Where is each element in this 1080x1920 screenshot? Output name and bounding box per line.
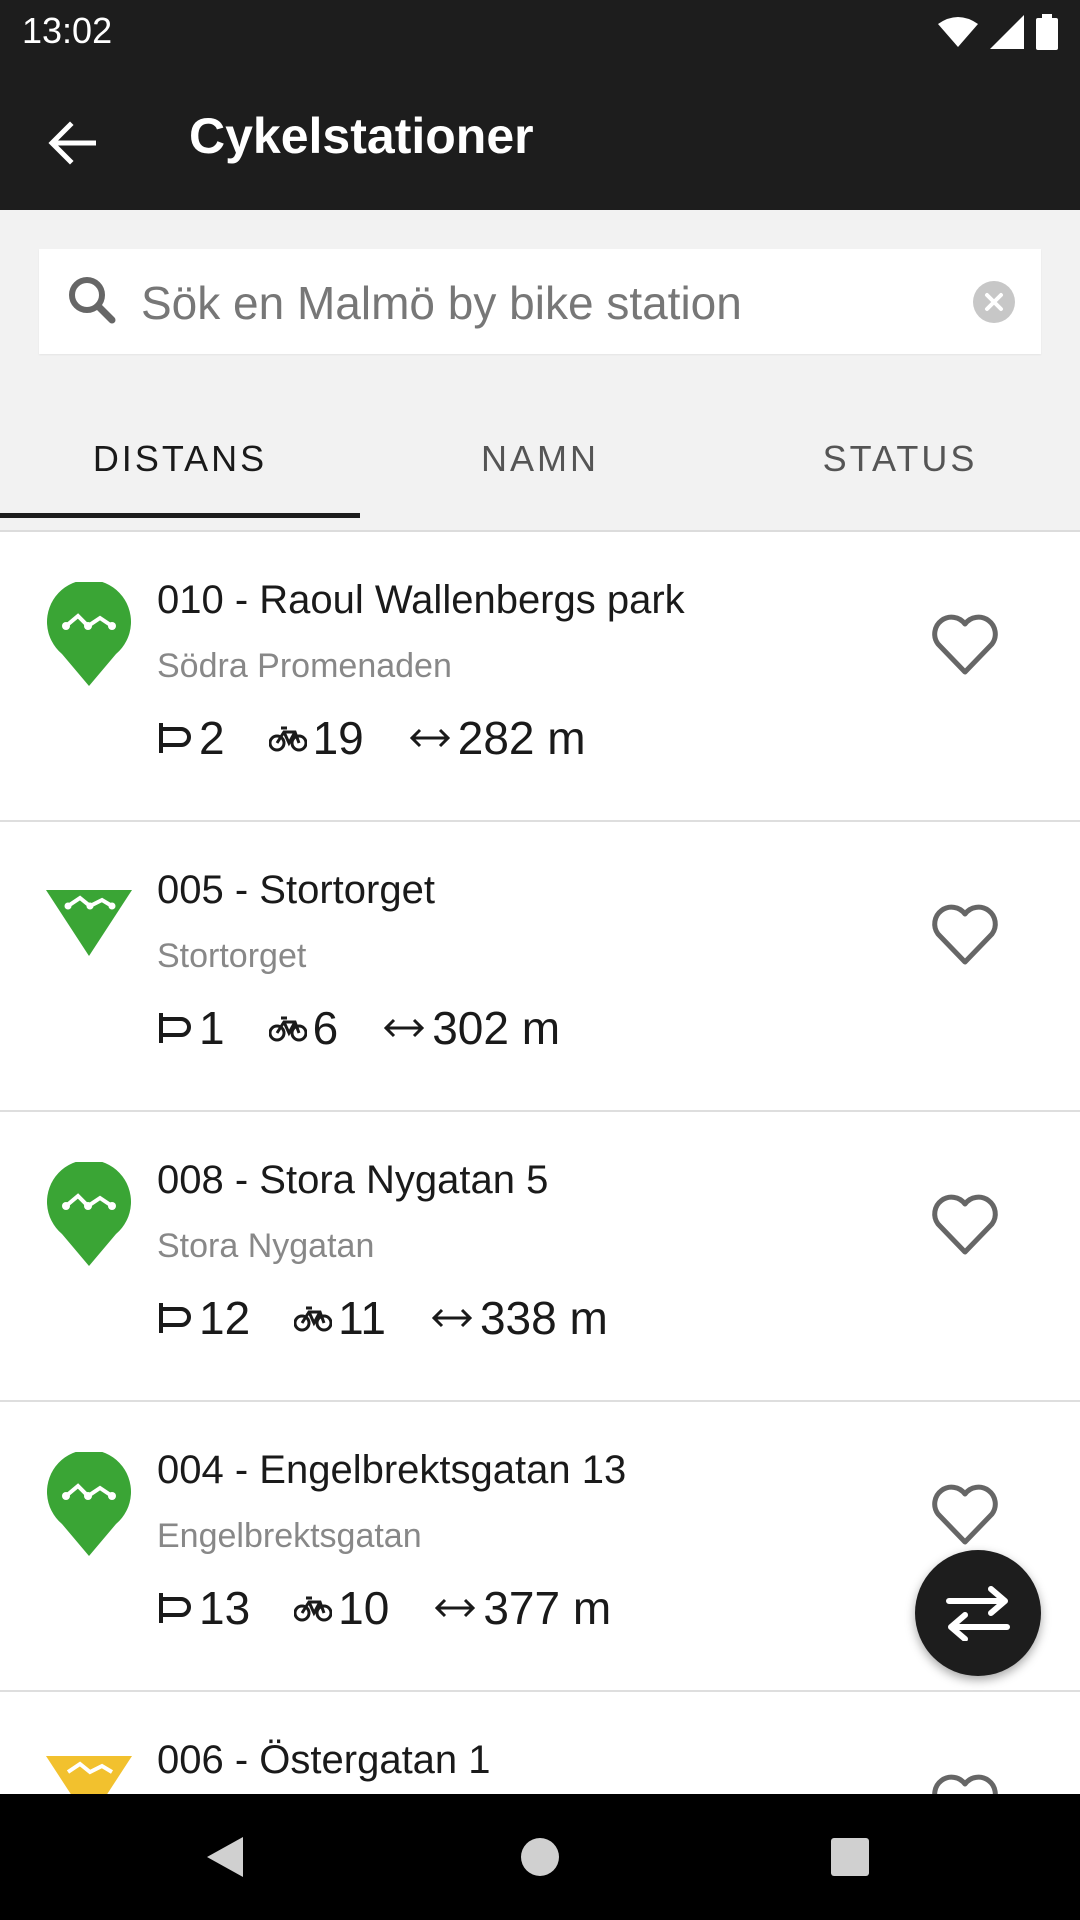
- back-button[interactable]: [30, 101, 114, 185]
- bikes-stat: 6: [268, 1001, 339, 1055]
- station-street: Stortorget: [157, 937, 307, 975]
- station-row[interactable]: 006 - Östergatan 1: [0, 1692, 1080, 1794]
- wifi-icon: [938, 17, 978, 47]
- heart-icon[interactable]: [930, 612, 1000, 676]
- tab-label: NAMN: [481, 438, 599, 479]
- heart-icon[interactable]: [930, 1482, 1000, 1546]
- station-name: 004 - Engelbrektsgatan 13: [157, 1448, 627, 1492]
- status-icons: [938, 12, 1058, 52]
- docks-stat: 12: [157, 1291, 250, 1345]
- docks-stat: 13: [157, 1581, 250, 1635]
- distance-value: 338 m: [479, 1292, 608, 1344]
- status-time: 13:02: [22, 10, 113, 51]
- close-icon: [985, 293, 1003, 311]
- distance-value: 282 m: [457, 712, 586, 764]
- clear-search-button[interactable]: [973, 281, 1015, 323]
- dock-icon: [159, 1593, 191, 1623]
- distance-stat: 338 m: [430, 1291, 608, 1345]
- nav-back-button[interactable]: [195, 1827, 255, 1887]
- bikes-stat: 11: [294, 1291, 386, 1345]
- bikes-count: 19: [312, 712, 364, 764]
- distance-value: 302 m: [432, 1002, 561, 1054]
- recents-square-icon: [831, 1838, 869, 1876]
- distance-value: 377 m: [483, 1582, 612, 1634]
- station-row[interactable]: 010 - Raoul Wallenbergs park Södra Prome…: [0, 532, 1080, 822]
- station-row[interactable]: 008 - Stora Nygatan 5 Stora Nygatan 12 1…: [0, 1112, 1080, 1402]
- station-stats: 13 10 377 m: [157, 1580, 655, 1636]
- arrow-left-icon: [48, 121, 96, 165]
- tab-status[interactable]: STATUS: [720, 400, 1080, 518]
- bikes-stat: 10: [294, 1581, 389, 1635]
- station-street: Södra Promenaden: [157, 647, 452, 685]
- bicycle-icon: [268, 1016, 307, 1042]
- station-name: 010 - Raoul Wallenbergs park: [157, 578, 685, 622]
- search-bar: [39, 249, 1041, 356]
- station-name: 008 - Stora Nygatan 5: [157, 1158, 549, 1202]
- docks-count: 12: [199, 1292, 251, 1344]
- tab-distans[interactable]: DISTANS: [0, 400, 360, 518]
- station-street: Engelbrektsgatan: [157, 1517, 422, 1555]
- station-name: 005 - Stortorget: [157, 868, 435, 912]
- app-bar: Cykelstationer: [0, 63, 1080, 210]
- bikes-count: 6: [312, 1002, 339, 1054]
- bikes-stat: 19: [268, 711, 364, 765]
- station-stats: 12 11 338 m: [157, 1290, 652, 1346]
- home-circle-icon: [521, 1838, 559, 1876]
- battery-icon: [1036, 14, 1058, 50]
- dock-icon: [159, 1303, 191, 1333]
- station-row[interactable]: 004 - Engelbrektsgatan 13 Engelbrektsgat…: [0, 1402, 1080, 1692]
- nav-recents-button[interactable]: [820, 1827, 880, 1887]
- signal-icon: [990, 15, 1024, 49]
- system-nav-bar: [0, 1794, 1080, 1920]
- distance-stat: 302 m: [382, 1001, 560, 1055]
- search-icon: [69, 277, 116, 324]
- back-triangle-icon: [207, 1837, 243, 1877]
- bicycle-icon: [294, 1596, 333, 1622]
- station-name: 006 - Östergatan 1: [157, 1738, 491, 1782]
- distance-arrows-icon: [431, 1308, 473, 1328]
- distance-stat: 377 m: [433, 1581, 611, 1635]
- status-bar: 13:02: [0, 0, 1080, 63]
- docks-stat: 1: [157, 1001, 225, 1055]
- tab-label: DISTANS: [92, 438, 268, 479]
- distance-stat: 282 m: [408, 711, 586, 765]
- search-input[interactable]: [139, 249, 983, 356]
- docks-count: 1: [199, 1002, 225, 1054]
- yellow-triangle-marker-icon: [46, 1756, 132, 1794]
- station-street: Stora Nygatan: [157, 1227, 375, 1265]
- dock-icon: [159, 723, 191, 753]
- docks-count: 2: [199, 712, 225, 764]
- page-title: Cykelstationer: [189, 108, 534, 164]
- distance-arrows-icon: [409, 728, 450, 748]
- station-row[interactable]: 005 - Stortorget Stortorget 1 6 302 m: [0, 822, 1080, 1112]
- docks-stat: 2: [157, 711, 225, 765]
- swap-sort-fab[interactable]: [915, 1550, 1041, 1676]
- distance-arrows-icon: [384, 1018, 425, 1038]
- green-pin-marker-icon: [47, 582, 131, 686]
- bikes-count: 10: [338, 1582, 390, 1634]
- docks-count: 13: [199, 1582, 251, 1634]
- distance-arrows-icon: [435, 1598, 476, 1618]
- heart-icon[interactable]: [930, 1192, 1000, 1256]
- bicycle-icon: [294, 1306, 333, 1332]
- tab-namn[interactable]: NAMN: [360, 400, 720, 518]
- swap-arrows-icon: [946, 1586, 1010, 1641]
- sort-tabs: DISTANS NAMN STATUS: [0, 400, 1080, 518]
- station-stats: 2 19 282 m: [157, 710, 630, 766]
- tab-label: STATUS: [822, 438, 978, 479]
- bikes-count: 11: [338, 1292, 386, 1344]
- station-stats: 1 6 302 m: [157, 1000, 604, 1056]
- heart-icon[interactable]: [930, 902, 1000, 966]
- dock-icon: [159, 1013, 191, 1043]
- green-triangle-marker-icon: [46, 890, 132, 956]
- heart-icon[interactable]: [930, 1772, 1000, 1794]
- green-pin-marker-icon: [47, 1452, 131, 1556]
- nav-home-button[interactable]: [510, 1827, 570, 1887]
- green-pin-marker-icon: [47, 1162, 131, 1266]
- bicycle-icon: [268, 726, 307, 752]
